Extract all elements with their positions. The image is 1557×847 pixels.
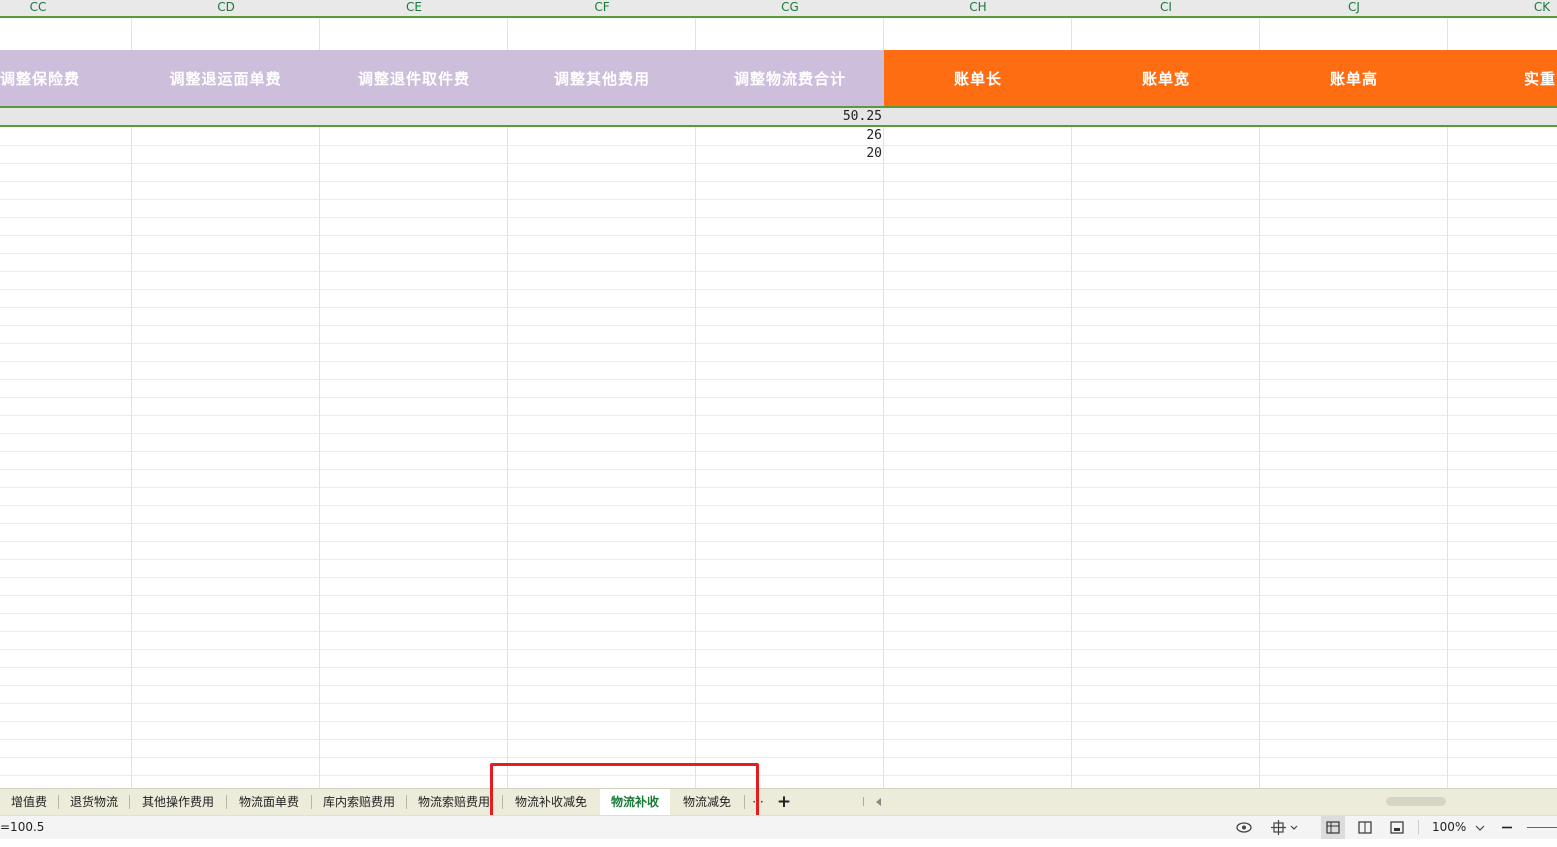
column-cc	[0, 18, 132, 788]
header-label: 账单高	[1329, 69, 1378, 88]
column-header-ck[interactable]: CK	[1448, 0, 1557, 16]
header-label: 调整退运面单费	[169, 69, 282, 88]
sheet-tab[interactable]: 退货物流	[62, 789, 126, 815]
header-cell-return-label-fee[interactable]: 调整退运面单费	[131, 50, 320, 106]
sheet-tab[interactable]: 物流索赔费用	[410, 789, 498, 815]
tab-divider	[226, 795, 227, 809]
column-header-cd[interactable]: CD	[132, 0, 320, 16]
column-cj	[1260, 18, 1448, 788]
header-label: 调整退件取件费	[357, 69, 470, 88]
sheet-tab-bar: 增值费 退货物流 其他操作费用 物流面单费 库内索赔费用 物流索赔费用 物流补收…	[0, 788, 1557, 815]
column-cd	[132, 18, 320, 788]
column-header-cc[interactable]: CC	[0, 0, 132, 16]
eye-icon[interactable]	[1235, 816, 1253, 839]
header-cell-bill-height[interactable]: 账单高	[1260, 50, 1448, 106]
sheet-tab[interactable]: 物流减免	[674, 789, 740, 815]
horizontal-scrollbar-thumb[interactable]	[1386, 797, 1446, 806]
status-bar: =100.5 100%	[0, 815, 1557, 839]
page-break-icon[interactable]	[1386, 816, 1408, 839]
header-label: 实重	[1524, 69, 1557, 88]
column-header-ce[interactable]: CE	[320, 0, 508, 16]
column-ch	[884, 18, 1072, 788]
tab-divider	[744, 795, 745, 809]
header-label: 账单宽	[1141, 69, 1190, 88]
formula-readout: =100.5	[0, 820, 45, 834]
column-header-cg[interactable]: CG	[696, 0, 884, 16]
sheet-tab[interactable]: 增值费	[2, 789, 56, 815]
zoom-level[interactable]: 100%	[1432, 816, 1466, 839]
sheet-tab[interactable]: 物流面单费	[230, 789, 308, 815]
tab-divider	[502, 795, 503, 809]
column-header-bar: CC CD CE CF CG CH CI CJ CK	[0, 0, 1557, 18]
column-header-cf[interactable]: CF	[508, 0, 696, 16]
sheet-tab-active[interactable]: 物流补收	[600, 789, 670, 815]
header-cell-other-fee[interactable]: 调整其他费用	[508, 50, 696, 106]
status-divider	[1418, 820, 1419, 834]
header-cell-logistics-total[interactable]: 调整物流费合计	[696, 50, 884, 106]
column-header-ch[interactable]: CH	[884, 0, 1072, 16]
header-label: 调整物流费合计	[733, 69, 846, 88]
sheet-tab[interactable]: 物流补收减免	[506, 789, 596, 815]
column-ci	[1072, 18, 1260, 788]
sheet-tab[interactable]: 库内索赔费用	[315, 789, 403, 815]
cell-value[interactable]: 20	[696, 145, 882, 163]
cell-value[interactable]: 26	[696, 127, 882, 145]
tab-divider	[311, 795, 312, 809]
tab-scroll-divider	[863, 797, 864, 806]
header-label: 账单长	[953, 69, 1002, 88]
column-header-cj[interactable]: CJ	[1260, 0, 1448, 16]
header-cell-insurance[interactable]: 调整保险费	[0, 50, 131, 106]
column-ce	[320, 18, 508, 788]
header-label: 调整其他费用	[553, 69, 650, 88]
tab-divider	[129, 795, 130, 809]
zoom-out-icon[interactable]	[1500, 816, 1514, 839]
zoom-slider[interactable]	[1527, 827, 1557, 828]
cell-value[interactable]: 50.25	[696, 108, 882, 126]
header-cell-bill-length[interactable]: 账单长	[884, 50, 1072, 106]
header-cell-bill-width[interactable]: 账单宽	[1072, 50, 1260, 106]
tab-divider	[58, 795, 59, 809]
column-header-ci[interactable]: CI	[1072, 0, 1260, 16]
sheet-tab[interactable]: 其他操作费用	[133, 789, 223, 815]
spreadsheet-grid[interactable]: CC CD CE CF CG CH CI CJ CK 调整保险费 调整退运面单费…	[0, 0, 1557, 788]
normal-view-icon[interactable]	[1321, 816, 1345, 839]
tab-divider	[406, 795, 407, 809]
header-cell-actual-weight[interactable]: 实重	[1448, 50, 1557, 106]
view-options-icon[interactable]	[1270, 816, 1300, 839]
add-sheet-button[interactable]: +	[772, 789, 796, 815]
chevron-down-icon[interactable]	[1474, 816, 1486, 839]
header-cell-pickup-fee[interactable]: 调整退件取件费	[320, 50, 508, 106]
page-layout-icon[interactable]	[1354, 816, 1376, 839]
scroll-left-icon[interactable]	[876, 798, 881, 806]
more-tabs-button[interactable]: ···	[748, 789, 768, 815]
header-label: 调整保险费	[0, 69, 81, 88]
column-cf	[508, 18, 696, 788]
